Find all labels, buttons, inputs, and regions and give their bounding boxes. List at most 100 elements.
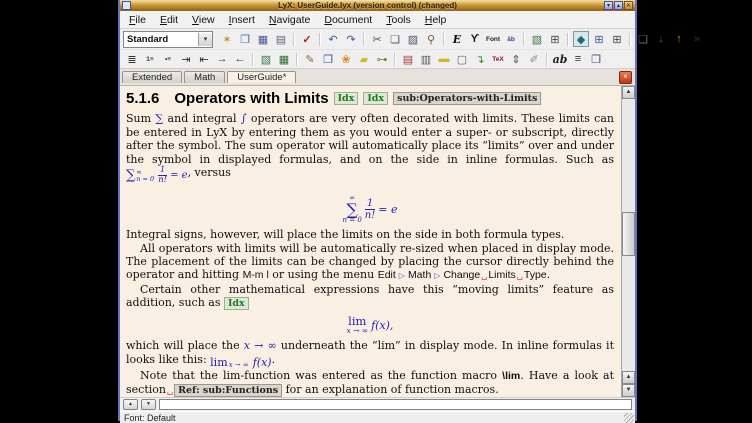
chevron-down-icon[interactable]: ▾	[198, 33, 212, 46]
bullet-list-icon[interactable]: •≡	[160, 51, 176, 67]
resize-grip[interactable]	[624, 413, 634, 423]
open-document-icon[interactable]: ❐	[237, 31, 253, 47]
close-button[interactable]: ✕	[624, 1, 633, 10]
thesaurus-icon[interactable]: ❀	[338, 51, 354, 67]
minibuffer-up-button[interactable]: ▲	[123, 399, 138, 410]
menu-document[interactable]: Document	[317, 14, 379, 26]
folder-icon[interactable]: ▰	[356, 51, 372, 67]
selection-icon[interactable]: ▢	[454, 51, 470, 67]
scroll-down-button[interactable]: ▼	[622, 384, 635, 397]
vertical-scrollbar[interactable]: ▲ ▲ ▼	[621, 86, 635, 397]
footnote-icon[interactable]: ▤	[400, 51, 416, 67]
spellcheck-icon[interactable]: ✓	[299, 31, 315, 47]
increase-depth-icon[interactable]: →	[214, 51, 230, 67]
save-document-icon[interactable]: ▦	[255, 31, 271, 47]
math-panel-icon[interactable]: ◆	[573, 31, 589, 47]
menu-help[interactable]: Help	[418, 14, 454, 26]
menu-tools[interactable]: Tools	[379, 14, 418, 26]
indent-icon[interactable]: ⇥	[178, 51, 194, 67]
index-inset[interactable]: Idx	[224, 297, 249, 310]
tab-extended[interactable]: Extended	[122, 71, 182, 83]
cut-icon[interactable]: ✂	[369, 31, 385, 47]
menu-view[interactable]: View	[185, 14, 222, 26]
command-input[interactable]	[159, 399, 632, 410]
scroll-up-button[interactable]: ▲	[622, 86, 635, 99]
insert-table-icon[interactable]: ⊞	[547, 31, 563, 47]
version-commit-icon[interactable]: ↑	[671, 31, 687, 47]
lim-formula[interactable]: limx → ∞f(x),	[347, 316, 394, 335]
find-replace-icon[interactable]: ⚲	[423, 31, 439, 47]
maximize-button[interactable]: ▴	[614, 1, 623, 10]
text-style-icon[interactable]: ab	[552, 51, 568, 67]
minibuffer-down-button[interactable]: ▼	[141, 399, 156, 410]
toolbar-separator	[363, 33, 365, 46]
tab-userguide[interactable]: UserGuide*	[227, 71, 296, 83]
pencil-icon[interactable]: ✐	[526, 51, 542, 67]
inline-sum-formula[interactable]: ∑∞n = 01n! = e	[126, 166, 188, 185]
key-icon[interactable]: ⊶	[374, 51, 390, 67]
label-inset[interactable]: sub:Operators-with-Limits	[393, 92, 541, 105]
menu-insert[interactable]: Insert	[222, 14, 262, 26]
toolbar-overflow-icon[interactable]: »	[689, 31, 705, 47]
numbered-list-icon[interactable]: 1≡	[142, 51, 158, 67]
language-icon[interactable]: äb	[503, 31, 519, 47]
sum-formula[interactable]: ∞∑n = 01n! = e	[343, 195, 398, 224]
stamp-icon[interactable]: ✎	[302, 51, 318, 67]
font-icon[interactable]: Font	[485, 31, 501, 47]
insert-figure-icon[interactable]: ▧	[529, 31, 545, 47]
print-document-icon[interactable]: ▤	[273, 31, 289, 47]
book-icon[interactable]: ❒	[588, 51, 604, 67]
noun-icon[interactable]: ϒ	[467, 31, 483, 47]
redo-icon[interactable]: ↷	[343, 31, 359, 47]
open-book-icon[interactable]: ❒	[320, 51, 336, 67]
paste-icon[interactable]: ▨	[405, 31, 421, 47]
sans-run: Type	[524, 269, 547, 281]
marginnote-icon[interactable]: ▥	[418, 51, 434, 67]
menu-file[interactable]: File	[122, 14, 153, 26]
paragraph: Integral signs, however, will place the …	[126, 228, 614, 241]
menu-separator-icon: ▷	[434, 271, 440, 280]
paragraph: Certain other mathematical expressions h…	[126, 283, 614, 310]
update-document-icon[interactable]: ❑	[635, 31, 651, 47]
vspace-icon[interactable]: ⇕	[508, 51, 524, 67]
numerator: 1	[158, 166, 167, 175]
insert-graphics-icon[interactable]: ▧	[258, 51, 274, 67]
scrollbar-thumb[interactable]	[622, 212, 635, 256]
sans-run: Change	[443, 269, 480, 281]
scroll-up-button-bottom[interactable]: ▲	[622, 371, 635, 384]
index-inset[interactable]: Idx	[363, 92, 388, 105]
minimize-button[interactable]: ▾	[604, 1, 613, 10]
menu-edit[interactable]: Edit	[153, 14, 185, 26]
display-formula[interactable]: limx → ∞f(x),	[126, 315, 614, 335]
inline-lim-formula[interactable]: limx → ∞f(x)	[210, 356, 271, 369]
insert-formula-icon[interactable]: ⊞	[591, 31, 607, 47]
display-formula[interactable]: ∞∑n = 01n! = e	[126, 190, 614, 224]
desktop: LyX: UserGuide.lyx (version control) (ch…	[0, 0, 752, 423]
undo-icon[interactable]: ↶	[325, 31, 341, 47]
menu-navigate[interactable]: Navigate	[262, 14, 317, 26]
tex-icon[interactable]: TeX	[490, 51, 506, 67]
insert-array-icon[interactable]: ⊞	[609, 31, 625, 47]
include-icon[interactable]: ↴	[472, 51, 488, 67]
reference-inset[interactable]: Ref: sub:Functions	[174, 384, 282, 397]
paragraph-settings-icon[interactable]: ≡	[570, 51, 586, 67]
insert-table-grid-icon[interactable]: ▦	[276, 51, 292, 67]
decrease-depth-icon[interactable]: ←	[232, 51, 248, 67]
tab-math[interactable]: Math	[184, 71, 225, 83]
copy-icon[interactable]: ❏	[387, 31, 403, 47]
toolbar-separator	[629, 33, 631, 46]
version-update-icon[interactable]: ↓	[653, 31, 669, 47]
new-document-icon[interactable]: ✶	[219, 31, 235, 47]
paragraph-style-combo[interactable]: Standard▾	[123, 31, 213, 48]
emphasis-icon[interactable]: E	[449, 31, 465, 47]
justify-icon[interactable]: ≣	[124, 51, 140, 67]
note-icon[interactable]: ▬	[436, 51, 452, 67]
outdent-icon[interactable]: ⇤	[196, 51, 212, 67]
inline-math[interactable]: x → ∞	[244, 339, 277, 352]
document-area[interactable]: 5.1.6Operators with LimitsIdxIdxsub:Oper…	[120, 86, 621, 397]
index-inset[interactable]: Idx	[334, 92, 359, 105]
paragraph: which will place the x → ∞ underneath th…	[126, 339, 614, 369]
close-view-button[interactable]: ×	[619, 71, 632, 84]
fraction: 1n!	[158, 166, 167, 185]
titlebar[interactable]: LyX: UserGuide.lyx (version control) (ch…	[120, 0, 635, 11]
